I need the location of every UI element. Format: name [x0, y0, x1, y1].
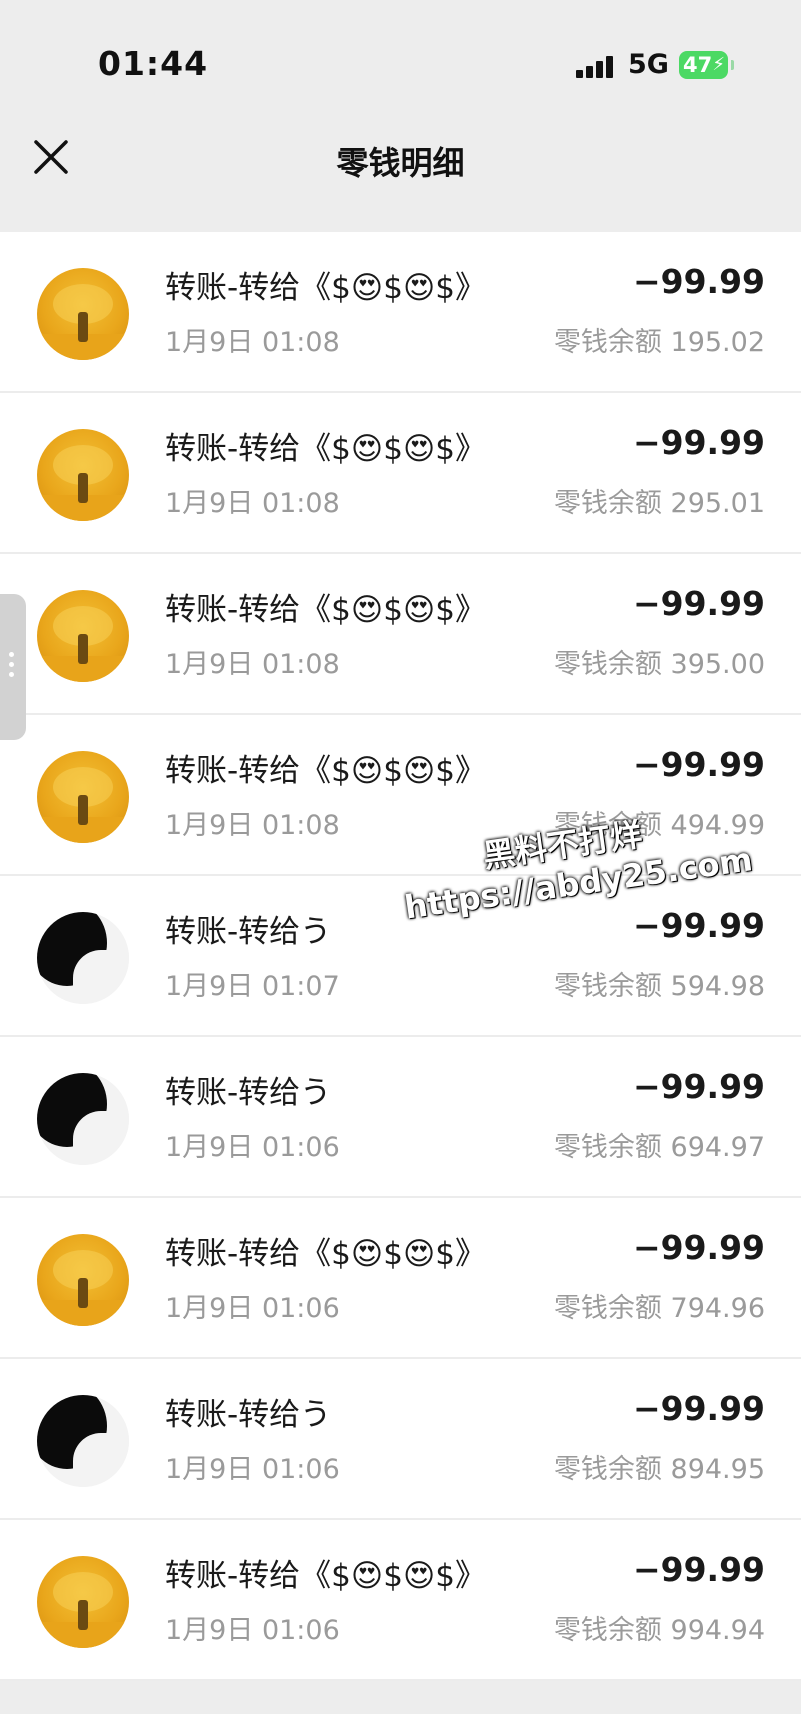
transaction-title: 转账-转给う — [165, 1397, 332, 1433]
network-type: 5G — [628, 49, 669, 80]
transaction-amount: −99.99 — [632, 1550, 765, 1589]
list-item[interactable]: 转账-转给う −99.99 1月9日 01:06 零钱余额 694.97 — [0, 1037, 801, 1198]
transaction-list: 转账-转给《$😍$😍$》 −99.99 1月9日 01:08 零钱余额 195.02 转… — [0, 232, 801, 1681]
transaction-title: 转账-转给《$😍$😍$》 — [165, 753, 486, 789]
battery-cap — [731, 60, 734, 70]
transaction-time: 1月9日 01:06 — [165, 1615, 340, 1646]
transaction-amount: −99.99 — [632, 584, 765, 623]
transaction-amount: −99.99 — [632, 423, 765, 462]
transaction-balance: 零钱余额 794.96 — [553, 1293, 765, 1324]
status-bar: 01:44 5G 47 ⚡ — [0, 0, 801, 110]
transaction-balance: 零钱余额 894.95 — [553, 1454, 765, 1485]
transaction-balance: 零钱余额 395.00 — [553, 649, 765, 680]
transaction-title: 转账-转给《$😍$😍$》 — [165, 270, 486, 306]
transaction-time: 1月9日 01:06 — [165, 1132, 340, 1163]
transaction-time: 1月9日 01:08 — [165, 488, 340, 519]
list-item[interactable]: 转账-转给《$😍$😍$》 −99.99 1月9日 01:08 零钱余额 195.02 — [0, 232, 801, 393]
partial-list-item — [0, 1714, 801, 1730]
transaction-time: 1月9日 01:06 — [165, 1454, 340, 1485]
transaction-amount: −99.99 — [632, 1067, 765, 1106]
transaction-balance: 零钱余额 994.94 — [553, 1615, 765, 1646]
transaction-title: 转账-转给《$😍$😍$》 — [165, 1236, 486, 1272]
list-item[interactable]: 转账-转给《$😍$😍$》 −99.99 1月9日 01:08 零钱余额 395.00 — [0, 554, 801, 715]
transaction-time: 1月9日 01:08 — [165, 327, 340, 358]
transaction-time: 1月9日 01:07 — [165, 971, 340, 1002]
transaction-time: 1月9日 01:08 — [165, 649, 340, 680]
transaction-title: 转账-转给《$😍$😍$》 — [165, 431, 486, 467]
transaction-amount: −99.99 — [632, 1389, 765, 1428]
status-time: 01:44 — [98, 44, 209, 83]
avatar-gold-tree — [37, 429, 129, 521]
list-item[interactable]: 转账-转给《$😍$😍$》 −99.99 1月9日 01:06 零钱余额 994.94 — [0, 1520, 801, 1681]
charging-icon: ⚡ — [712, 54, 725, 75]
battery-level: 47 — [683, 53, 713, 77]
avatar-gold-tree — [37, 268, 129, 360]
transaction-amount: −99.99 — [632, 745, 765, 784]
avatar-gold-tree — [37, 1556, 129, 1648]
transaction-amount: −99.99 — [632, 906, 765, 945]
transaction-amount: −99.99 — [632, 1228, 765, 1267]
transaction-title: 转账-转给《$😍$😍$》 — [165, 592, 486, 628]
battery-icon: 47 ⚡ — [679, 51, 728, 79]
transaction-title: 转账-转给う — [165, 1075, 332, 1111]
avatar-black-white — [37, 912, 129, 1004]
signal-icon — [576, 56, 616, 78]
avatar-gold-tree — [37, 1234, 129, 1326]
transaction-time: 1月9日 01:08 — [165, 810, 340, 841]
avatar-gold-tree — [37, 590, 129, 682]
nav-bar: 零钱明细 — [0, 110, 801, 206]
avatar-black-white — [37, 1073, 129, 1165]
transaction-balance: 零钱余额 195.02 — [553, 327, 765, 358]
transaction-time: 1月9日 01:06 — [165, 1293, 340, 1324]
transaction-balance: 零钱余额 694.97 — [553, 1132, 765, 1163]
list-item[interactable]: 转账-转给う −99.99 1月9日 01:06 零钱余额 894.95 — [0, 1359, 801, 1520]
avatar-black-white — [37, 1395, 129, 1487]
transaction-title: 转账-转给《$😍$😍$》 — [165, 1558, 486, 1594]
list-item[interactable]: 转账-转给《$😍$😍$》 −99.99 1月9日 01:08 零钱余额 295.01 — [0, 393, 801, 554]
more-vertical-icon[interactable] — [0, 594, 26, 740]
transaction-balance: 零钱余额 295.01 — [553, 488, 765, 519]
transaction-balance: 零钱余额 594.98 — [553, 971, 765, 1002]
avatar-gold-tree — [37, 751, 129, 843]
page-title: 零钱明细 — [336, 144, 465, 182]
transaction-title: 转账-转给う — [165, 914, 332, 950]
list-item[interactable]: 转账-转给《$😍$😍$》 −99.99 1月9日 01:06 零钱余额 794.96 — [0, 1198, 801, 1359]
transaction-amount: −99.99 — [632, 262, 765, 301]
list-item[interactable]: 转账-转给う −99.99 1月9日 01:07 零钱余额 594.98 — [0, 876, 801, 1037]
